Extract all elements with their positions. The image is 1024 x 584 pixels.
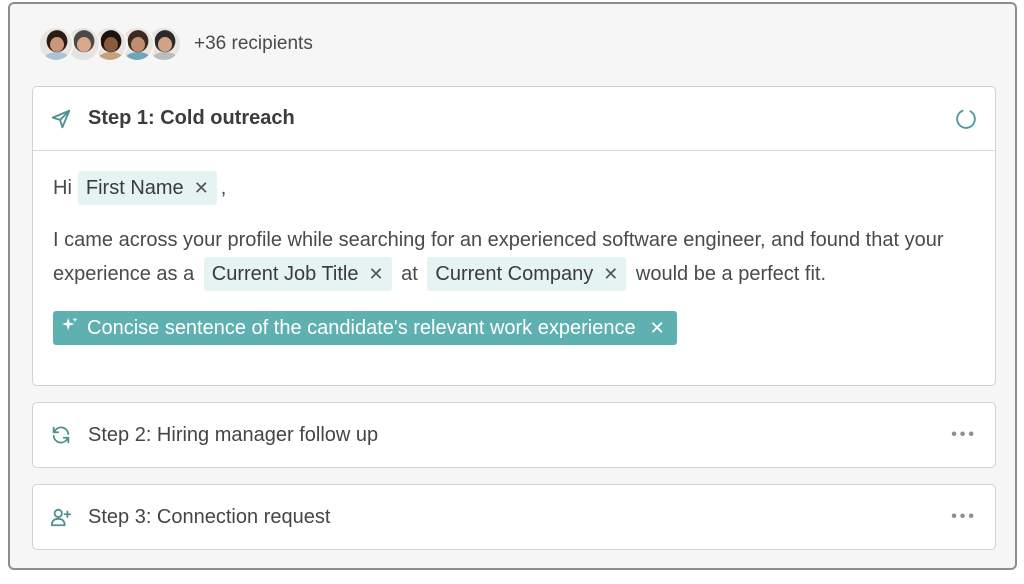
variable-chip-job-title[interactable]: Current Job Title ✕ xyxy=(203,257,392,291)
sparkle-icon xyxy=(61,311,79,345)
chip-label: Current Company xyxy=(435,263,594,285)
greeting-comma: , xyxy=(220,177,227,199)
remove-chip-icon[interactable]: ✕ xyxy=(369,264,384,284)
variable-chip-company[interactable]: Current Company ✕ xyxy=(427,257,627,291)
remove-chip-icon[interactable]: ✕ xyxy=(194,178,209,198)
avatar-stack[interactable] xyxy=(38,26,182,62)
remove-chip-icon[interactable]: ✕ xyxy=(603,264,618,284)
recipients-row[interactable]: +36 recipients xyxy=(38,24,313,64)
send-icon xyxy=(50,108,72,130)
step-header-1[interactable]: Step 1: Cold outreach xyxy=(33,87,995,151)
avatar xyxy=(38,26,74,62)
chip-label: Current Job Title xyxy=(211,263,359,285)
message-paragraph: I came across your profile while searchi… xyxy=(53,223,975,291)
step-header-2[interactable]: Step 2: Hiring manager follow up ••• xyxy=(33,403,995,467)
ai-generated-chip[interactable]: Concise sentence of the candidate's rele… xyxy=(53,311,677,345)
loading-spinner-icon xyxy=(955,108,977,130)
variable-chip-first-name[interactable]: First Name ✕ xyxy=(77,171,217,205)
step-title-3: Step 3: Connection request xyxy=(88,505,331,528)
paragraph-text-2: at xyxy=(401,263,418,285)
step-card-2[interactable]: Step 2: Hiring manager follow up ••• xyxy=(32,402,996,468)
more-options-icon[interactable]: ••• xyxy=(951,426,977,444)
refresh-icon xyxy=(50,424,72,446)
step-card-1: Step 1: Cold outreach Hi First Name ✕, I c… xyxy=(32,86,996,386)
greeting-line: Hi First Name ✕, xyxy=(53,171,975,205)
step-header-3[interactable]: Step 3: Connection request ••• xyxy=(33,485,995,549)
paragraph-text-3: would be a perfect fit. xyxy=(635,263,827,285)
chip-label: First Name xyxy=(85,177,184,199)
step-card-3[interactable]: Step 3: Connection request ••• xyxy=(32,484,996,550)
remove-chip-icon[interactable]: ✕ xyxy=(650,311,665,345)
ai-chip-label: Concise sentence of the candidate's rele… xyxy=(87,317,636,339)
sequence-panel: +36 recipients Step 1: Cold outreach Hi F… xyxy=(8,2,1017,570)
recipients-count[interactable]: +36 recipients xyxy=(194,33,313,55)
step-title-2: Step 2: Hiring manager follow up xyxy=(88,423,379,446)
greeting-text: Hi xyxy=(53,177,72,199)
message-body[interactable]: Hi First Name ✕, I came across your profil… xyxy=(33,151,995,345)
add-user-icon xyxy=(50,506,72,528)
step-title-1: Step 1: Cold outreach xyxy=(88,107,295,129)
more-options-icon[interactable]: ••• xyxy=(951,508,977,526)
